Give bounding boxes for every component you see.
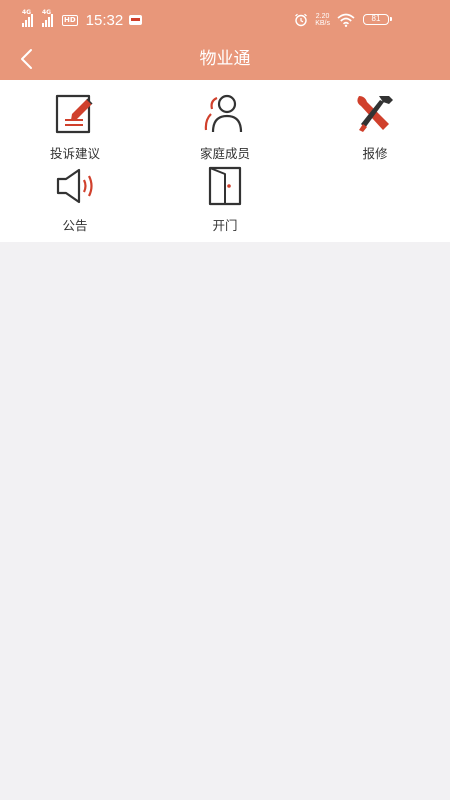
menu-item-notice[interactable]: 公告 (15, 164, 135, 233)
page-title: 物业通 (199, 49, 251, 69)
family-members-icon (204, 94, 243, 133)
status-left: 4G 4G HD 15:32 (22, 9, 143, 30)
menu-item-label: 投诉建议 (49, 146, 100, 161)
signal-icon: 4G (42, 9, 56, 27)
header: 4G 4G HD 15:32 2.20 KB/s 81 物业通 (0, 0, 450, 80)
menu-item-label: 家庭成员 (199, 146, 250, 161)
speed-value: 2.20 (315, 13, 330, 20)
hd-icon: HD (62, 14, 78, 26)
battery-icon: 81 (363, 14, 392, 25)
menu-item-label: 报修 (362, 146, 388, 161)
menu-item-complaint[interactable]: 投诉建议 (15, 92, 135, 161)
back-arrow-icon[interactable] (14, 46, 40, 72)
status-time: 15:32 (85, 11, 124, 29)
speaker-icon (56, 168, 93, 204)
menu-item-open-door[interactable]: 开门 (165, 164, 285, 233)
menu-item-family[interactable]: 家庭成员 (165, 92, 285, 161)
status-bar: 4G 4G HD 15:32 2.20 KB/s 81 (0, 0, 450, 38)
app-notification-icon (129, 15, 143, 25)
alarm-icon (295, 13, 308, 27)
complaint-edit-icon (55, 94, 93, 134)
menu-item-label: 开门 (212, 218, 238, 233)
nav-bar: 物业通 (0, 38, 450, 80)
sim1-label: 4G (22, 9, 32, 16)
menu-item-repair[interactable]: 报修 (315, 92, 435, 161)
speed-unit: KB/s (315, 20, 330, 27)
service-menu: 投诉建议 家庭成员 报修 公告 开门 (0, 80, 450, 242)
wifi-icon (337, 13, 355, 27)
door-icon (208, 166, 242, 206)
repair-tools-icon (357, 96, 393, 132)
menu-item-label: 公告 (62, 218, 88, 233)
battery-level: 81 (371, 14, 381, 23)
sim2-label: 4G (42, 9, 52, 16)
network-speed: 2.20 KB/s (315, 13, 330, 27)
signal-icon: 4G (22, 9, 36, 27)
